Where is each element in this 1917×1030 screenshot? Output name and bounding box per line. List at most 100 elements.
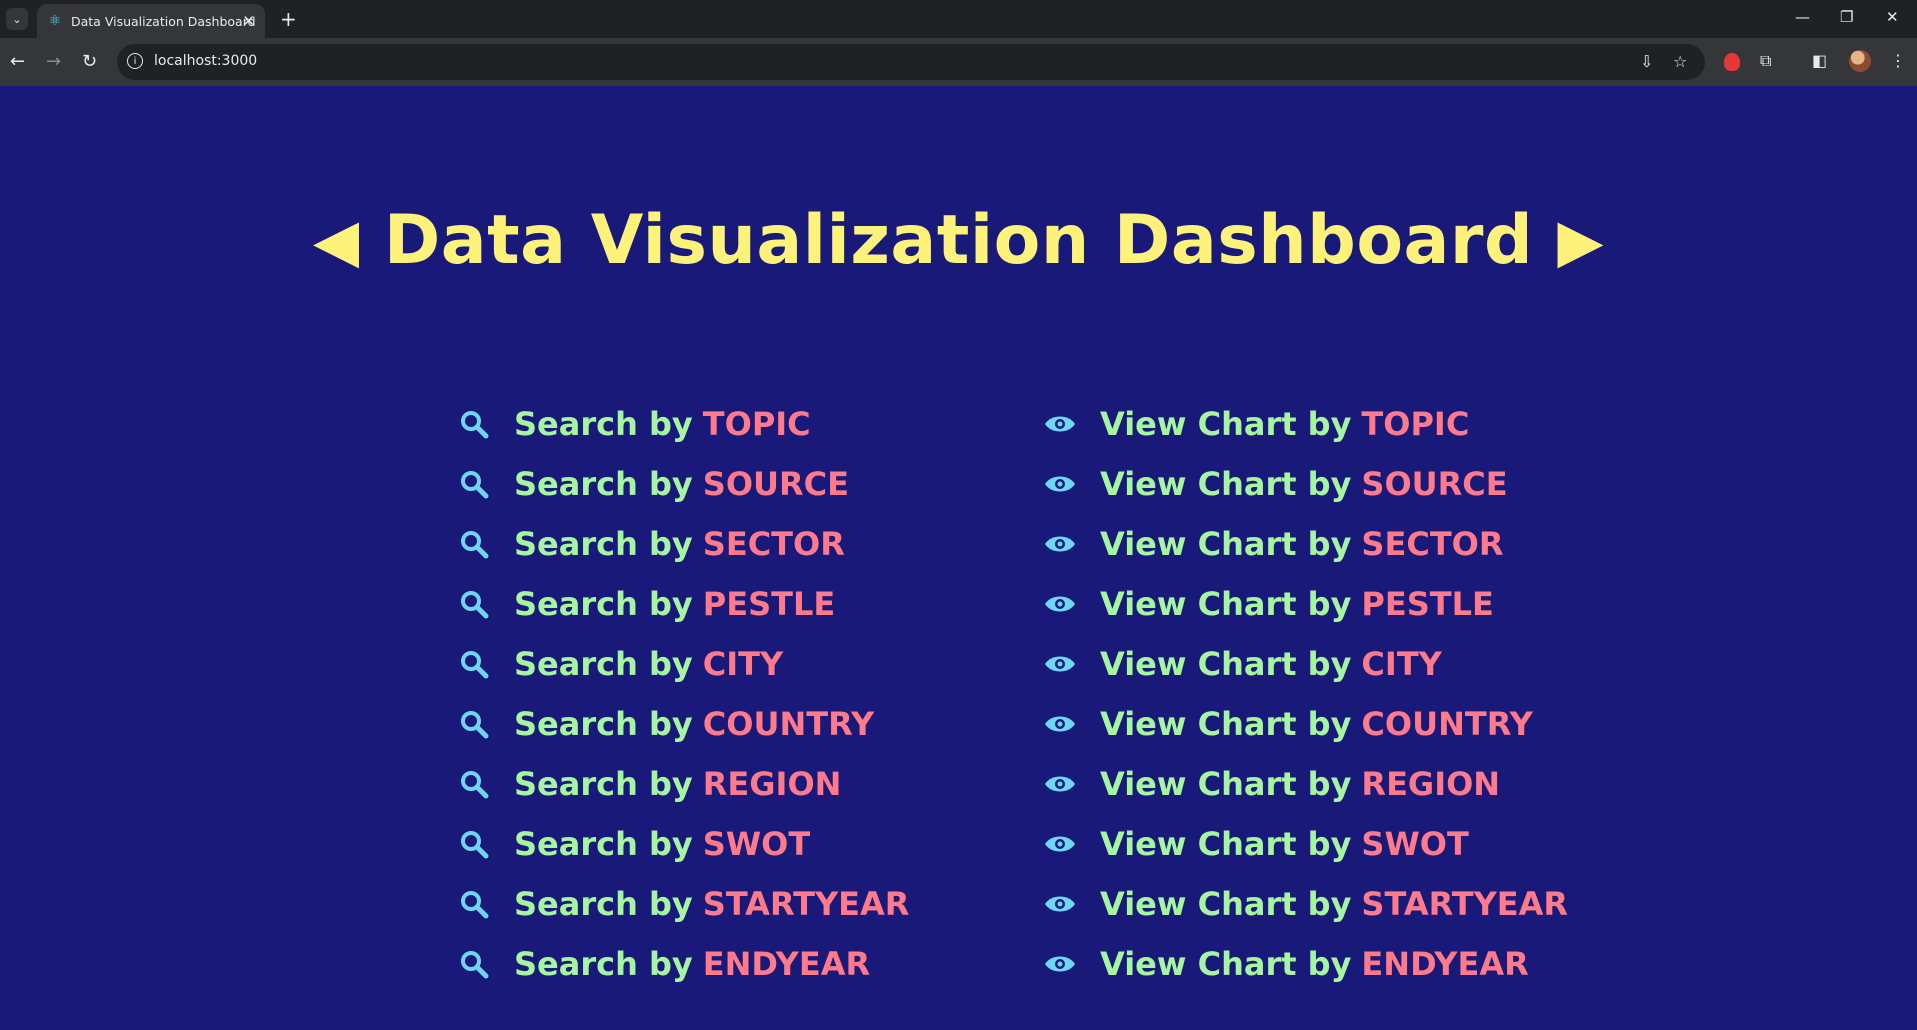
dashboard-page: ◀ Data Visualization Dashboard ▶ Search … [0, 86, 1917, 1030]
chart-link-pestle[interactable]: View Chart by PESTLE [1042, 574, 1568, 634]
search-links-column: Search by TOPIC Search by SOURCE Search by SE… [456, 394, 909, 994]
eye-icon [1042, 766, 1078, 802]
chart-link-source[interactable]: View Chart by SOURCE [1042, 454, 1568, 514]
chart-link-keyword: PESTLE [1361, 585, 1494, 623]
eye-icon [1042, 946, 1078, 982]
bookmark-star-icon[interactable]: ☆ [1673, 52, 1687, 71]
more-menu-icon[interactable]: ⋮ [1890, 51, 1906, 70]
search-icon [456, 646, 492, 682]
page-title-text: Data Visualization Dashboard [383, 201, 1534, 280]
search-link-label: Search by [514, 945, 693, 983]
search-link-topic[interactable]: Search by TOPIC [456, 394, 909, 454]
left-arrow-icon: ◀ [312, 206, 360, 276]
search-link-keyword: ENDYEAR [702, 945, 871, 983]
chart-link-label: View Chart by [1100, 585, 1352, 623]
new-tab-icon[interactable]: + [280, 7, 297, 31]
page-title: ◀ Data Visualization Dashboard ▶ [0, 196, 1917, 286]
side-panel-icon[interactable]: ◧ [1812, 51, 1827, 70]
search-link-label: Search by [514, 585, 693, 623]
chart-link-sector[interactable]: View Chart by SECTOR [1042, 514, 1568, 574]
search-icon [456, 766, 492, 802]
url-text[interactable]: localhost:3000 [154, 53, 257, 69]
search-link-keyword: PESTLE [702, 585, 836, 623]
chart-link-label: View Chart by [1100, 765, 1352, 803]
eye-icon [1042, 886, 1078, 922]
chart-link-label: View Chart by [1100, 885, 1352, 923]
search-link-keyword: SECTOR [702, 525, 845, 563]
search-icon [456, 466, 492, 502]
search-link-label: Search by [514, 885, 693, 923]
install-app-icon[interactable]: ⇩ [1640, 52, 1653, 71]
chart-link-keyword: TOPIC [1361, 405, 1470, 443]
search-link-startyear[interactable]: Search by STARTYEAR [456, 874, 909, 934]
search-icon [456, 526, 492, 562]
chart-link-region[interactable]: View Chart by REGION [1042, 754, 1568, 814]
search-link-region[interactable]: Search by REGION [456, 754, 909, 814]
chart-links-column: View Chart by TOPIC View Chart by SOURCE Vie… [1042, 394, 1568, 994]
eye-icon [1042, 466, 1078, 502]
chart-link-label: View Chart by [1100, 705, 1352, 743]
minimize-icon[interactable]: — [1795, 8, 1810, 26]
extension-red-icon[interactable] [1724, 53, 1740, 71]
eye-icon [1042, 586, 1078, 622]
tab-close-icon[interactable]: ✕ [242, 12, 255, 30]
search-link-keyword: CITY [702, 645, 784, 683]
search-link-keyword: STARTYEAR [702, 885, 910, 923]
search-link-keyword: SOURCE [702, 465, 849, 503]
search-link-country[interactable]: Search by COUNTRY [456, 694, 909, 754]
eye-icon [1042, 406, 1078, 442]
chart-link-swot[interactable]: View Chart by SWOT [1042, 814, 1568, 874]
search-link-label: Search by [514, 705, 693, 743]
search-link-pestle[interactable]: Search by PESTLE [456, 574, 909, 634]
chart-link-keyword: COUNTRY [1361, 705, 1533, 743]
chart-link-label: View Chart by [1100, 945, 1352, 983]
search-link-swot[interactable]: Search by SWOT [456, 814, 909, 874]
eye-icon [1042, 526, 1078, 562]
extensions-puzzle-icon[interactable]: ⧉ [1760, 51, 1771, 71]
chart-link-keyword: ENDYEAR [1361, 945, 1529, 983]
search-link-keyword: SWOT [702, 825, 811, 863]
search-link-label: Search by [514, 645, 693, 683]
chart-link-label: View Chart by [1100, 825, 1352, 863]
react-favicon-icon: ⚛ [48, 13, 62, 29]
eye-icon [1042, 646, 1078, 682]
search-link-endyear[interactable]: Search by ENDYEAR [456, 934, 909, 994]
search-link-city[interactable]: Search by CITY [456, 634, 909, 694]
right-arrow-icon: ▶ [1557, 206, 1604, 276]
reload-icon[interactable]: ↻ [82, 51, 97, 72]
search-link-label: Search by [514, 405, 693, 443]
chart-link-topic[interactable]: View Chart by TOPIC [1042, 394, 1568, 454]
profile-avatar[interactable] [1849, 50, 1871, 72]
chart-link-city[interactable]: View Chart by CITY [1042, 634, 1568, 694]
chart-link-label: View Chart by [1100, 465, 1352, 503]
search-icon [456, 406, 492, 442]
chart-link-keyword: CITY [1361, 645, 1442, 683]
chart-link-keyword: SECTOR [1361, 525, 1504, 563]
browser-tab[interactable]: ⚛ Data Visualization Dashboard ✕ [37, 4, 265, 38]
site-info-icon[interactable]: i [127, 53, 143, 69]
tab-search-dropdown-icon[interactable]: ⌄ [6, 8, 28, 30]
restore-icon[interactable]: ❐ [1840, 8, 1853, 26]
tab-title: Data Visualization Dashboard [71, 13, 256, 29]
chart-link-keyword: SWOT [1361, 825, 1469, 863]
chart-link-endyear[interactable]: View Chart by ENDYEAR [1042, 934, 1568, 994]
search-icon [456, 946, 492, 982]
chart-link-country[interactable]: View Chart by COUNTRY [1042, 694, 1568, 754]
window-close-icon[interactable]: ✕ [1886, 8, 1899, 26]
chart-link-startyear[interactable]: View Chart by STARTYEAR [1042, 874, 1568, 934]
search-icon [456, 586, 492, 622]
address-bar[interactable]: i localhost:3000 ⇩ ☆ [117, 44, 1705, 80]
forward-icon[interactable]: → [46, 51, 61, 72]
search-link-label: Search by [514, 465, 693, 503]
chart-link-label: View Chart by [1100, 645, 1352, 683]
back-icon[interactable]: ← [10, 51, 25, 72]
chart-link-keyword: REGION [1361, 765, 1501, 803]
search-link-source[interactable]: Search by SOURCE [456, 454, 909, 514]
search-icon [456, 826, 492, 862]
search-link-keyword: COUNTRY [702, 705, 875, 743]
browser-tab-strip: ⌄ ⚛ Data Visualization Dashboard ✕ + — ❐… [0, 0, 1917, 38]
search-link-sector[interactable]: Search by SECTOR [456, 514, 909, 574]
search-link-label: Search by [514, 765, 693, 803]
eye-icon [1042, 826, 1078, 862]
chart-link-keyword: STARTYEAR [1361, 885, 1569, 923]
